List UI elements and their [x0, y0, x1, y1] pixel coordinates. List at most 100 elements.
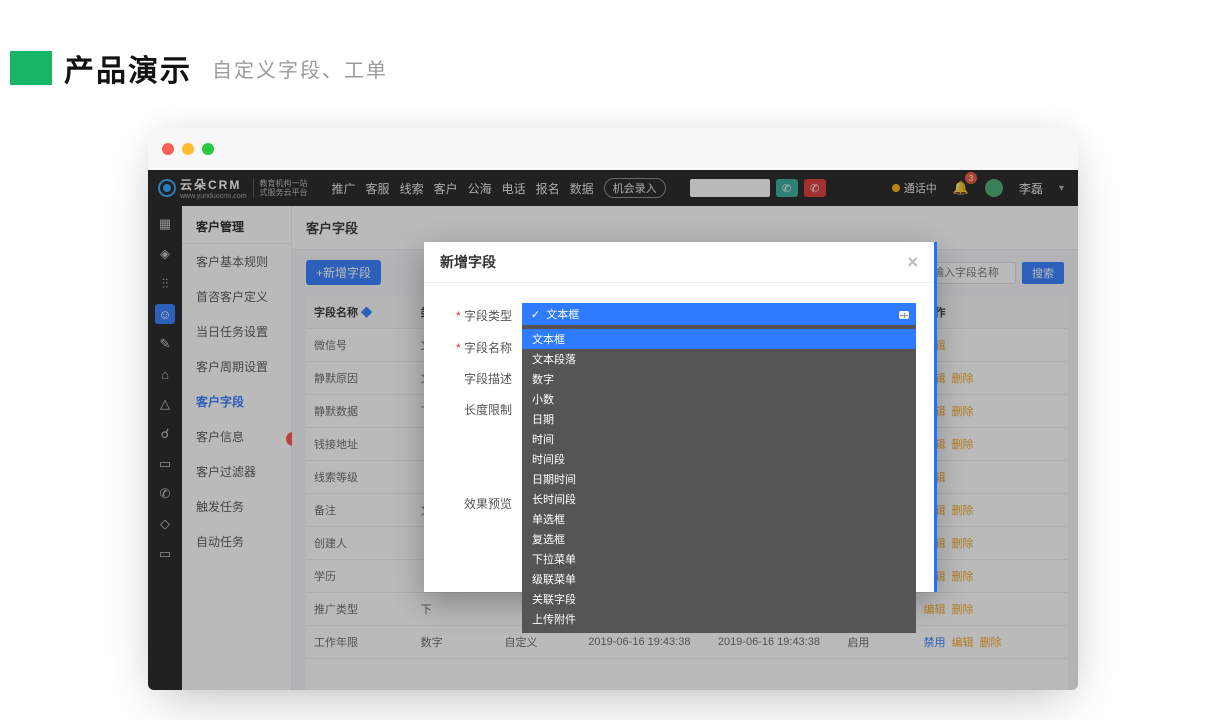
rail-search-icon[interactable]: ☌ — [155, 424, 175, 444]
dropdown-option[interactable]: 文本段落 — [522, 349, 916, 369]
disable-link[interactable]: 禁用 — [924, 637, 946, 649]
edit-link[interactable]: 编辑 — [952, 637, 974, 649]
dropdown-option[interactable]: 数字 — [522, 369, 916, 389]
brand-host: www.yunduocrm.com — [180, 193, 247, 200]
icon-rail: ▦ ◈ ⫶⫶ ☺ ✎ ⌂ △ ☌ ▭ ✆ ◇ ▭ — [148, 206, 182, 690]
rail-tag-icon[interactable]: ◇ — [155, 514, 175, 534]
window-max-dot[interactable] — [202, 143, 214, 155]
user-name[interactable]: 李磊 — [1019, 180, 1043, 197]
cell: 备注 — [306, 494, 413, 527]
avatar[interactable] — [985, 179, 1003, 197]
rail-doc-icon[interactable]: ▭ — [155, 454, 175, 474]
window-min-dot[interactable] — [182, 143, 194, 155]
check-icon: ✓ — [531, 308, 540, 321]
search-button[interactable]: 搜索 — [1022, 262, 1064, 284]
sidebar-item[interactable]: 客户周期设置 — [182, 349, 291, 384]
opportunity-entry-button[interactable]: 机会录入 — [604, 178, 666, 198]
sidebar-title: 客户管理 — [182, 206, 291, 244]
sidebar-item[interactable]: 首咨客户定义 — [182, 279, 291, 314]
nav-item[interactable]: 公海 — [468, 180, 492, 197]
dropdown-option[interactable]: 日期时间 — [522, 469, 916, 489]
delete-link[interactable]: 删除 — [952, 439, 974, 451]
delete-link[interactable]: 删除 — [952, 571, 974, 583]
add-field-button[interactable]: +新增字段 — [306, 260, 381, 285]
call-hangup-button[interactable]: ✆ — [804, 179, 826, 197]
actions-cell: 编辑 — [916, 329, 1068, 362]
nav-item[interactable]: 报名 — [536, 180, 560, 197]
cell: 创建人 — [306, 527, 413, 560]
cell: 静默原因 — [306, 362, 413, 395]
close-icon[interactable]: × — [907, 255, 918, 269]
nav-item[interactable]: 客户 — [434, 180, 458, 197]
actions-cell: 编辑删除 — [916, 527, 1068, 560]
brand-name: 云朵CRM — [180, 176, 247, 193]
rail-shield-icon[interactable]: ◈ — [155, 244, 175, 264]
chevron-down-icon[interactable]: ▾ — [1059, 183, 1064, 194]
delete-link[interactable]: 删除 — [952, 538, 974, 550]
nav-item[interactable]: 数据 — [570, 180, 594, 197]
dropdown-option[interactable]: 文本框 — [522, 329, 916, 349]
actions-cell: 编辑删除 — [916, 395, 1068, 428]
dropdown-option[interactable]: 复选框 — [522, 529, 916, 549]
field-type-select[interactable]: ✓文本框 — [522, 303, 916, 325]
sidebar-item[interactable]: 自动任务 — [182, 524, 291, 559]
cell: 静默数据 — [306, 395, 413, 428]
bell-icon[interactable]: 🔔3 — [953, 180, 969, 196]
rail-user-icon[interactable]: ☺ — [155, 304, 175, 324]
rail-draft-icon[interactable]: ✎ — [155, 334, 175, 354]
field-search-input[interactable] — [926, 262, 1016, 284]
status-dot-icon — [892, 184, 900, 192]
delete-link[interactable]: 删除 — [952, 406, 974, 418]
actions-cell: 编辑删除 — [916, 593, 1068, 626]
top-search-input[interactable] — [690, 179, 770, 197]
dropdown-option[interactable]: 时间段 — [522, 449, 916, 469]
sidebar-item[interactable]: 客户基本规则 — [182, 244, 291, 279]
cell: 下 — [413, 593, 497, 626]
actions-cell: 编辑删除 — [916, 560, 1068, 593]
add-field-modal: 新增字段 × 字段类型 ✓文本框 文本框文本段落数字小数日期时间时间段日期时间长… — [424, 242, 934, 592]
nav-item[interactable]: 电话 — [502, 180, 526, 197]
browser-chrome — [148, 128, 1078, 170]
device-frame: 云朵CRM www.yunduocrm.com 教育机构一站 式服务云平台 推广… — [148, 128, 1078, 690]
brand-logo-icon — [158, 179, 176, 197]
rail-card-icon[interactable]: ▭ — [155, 544, 175, 564]
window-close-dot[interactable] — [162, 143, 174, 155]
dropdown-option[interactable]: 下拉菜单 — [522, 549, 916, 569]
edit-link[interactable]: 编辑 — [924, 604, 946, 616]
nav-item[interactable]: 推广 — [332, 180, 356, 197]
dropdown-option[interactable]: 小数 — [522, 389, 916, 409]
rail-home-icon[interactable]: ⌂ — [155, 364, 175, 384]
dropdown-option[interactable]: 关联字段 — [522, 589, 916, 609]
delete-link[interactable]: 删除 — [952, 505, 974, 517]
field-type-dropdown[interactable]: 文本框文本段落数字小数日期时间时间段日期时间长时间段单选框复选框下拉菜单级联菜单… — [522, 325, 916, 633]
secondary-sidebar: 客户管理 客户基本规则 首咨客户定义 当日任务设置 客户周期设置 客户字段 客户… — [182, 206, 292, 690]
cell: 推广类型 — [306, 593, 413, 626]
call-answer-button[interactable]: ✆ — [776, 179, 798, 197]
sidebar-item[interactable]: 客户过滤器 — [182, 454, 291, 489]
sort-icon[interactable]: ◆ — [361, 307, 372, 319]
nav-item[interactable]: 客服 — [366, 180, 390, 197]
dropdown-option[interactable]: 级联菜单 — [522, 569, 916, 589]
sidebar-item[interactable]: 触发任务 — [182, 489, 291, 524]
dropdown-option[interactable]: 时间 — [522, 429, 916, 449]
delete-link[interactable]: 删除 — [952, 604, 974, 616]
nav-item[interactable]: 线索 — [400, 180, 424, 197]
dropdown-option[interactable]: 长时间段 — [522, 489, 916, 509]
sidebar-item[interactable]: 客户信息 — [182, 419, 291, 454]
dropdown-option[interactable]: 单选框 — [522, 509, 916, 529]
delete-link[interactable]: 删除 — [980, 637, 1002, 649]
delete-link[interactable]: 删除 — [952, 373, 974, 385]
sidebar-item-active[interactable]: 客户字段 — [182, 384, 291, 419]
call-status: 通话中 — [892, 180, 937, 196]
rail-chart-icon[interactable]: ⫶⫶ — [155, 274, 175, 294]
rail-phone-icon[interactable]: ✆ — [155, 484, 175, 504]
col-actions[interactable]: 操作 — [916, 296, 1068, 329]
dropdown-option[interactable]: 日期 — [522, 409, 916, 429]
sidebar-item[interactable]: 当日任务设置 — [182, 314, 291, 349]
page-title: 产品演示 — [64, 46, 192, 90]
rail-grid-icon[interactable]: ▦ — [155, 214, 175, 234]
rail-flag-icon[interactable]: △ — [155, 394, 175, 414]
col-name[interactable]: 字段名称 ◆ — [306, 296, 413, 329]
brand[interactable]: 云朵CRM www.yunduocrm.com 教育机构一站 式服务云平台 — [148, 170, 318, 206]
dropdown-option[interactable]: 上传附件 — [522, 609, 916, 629]
